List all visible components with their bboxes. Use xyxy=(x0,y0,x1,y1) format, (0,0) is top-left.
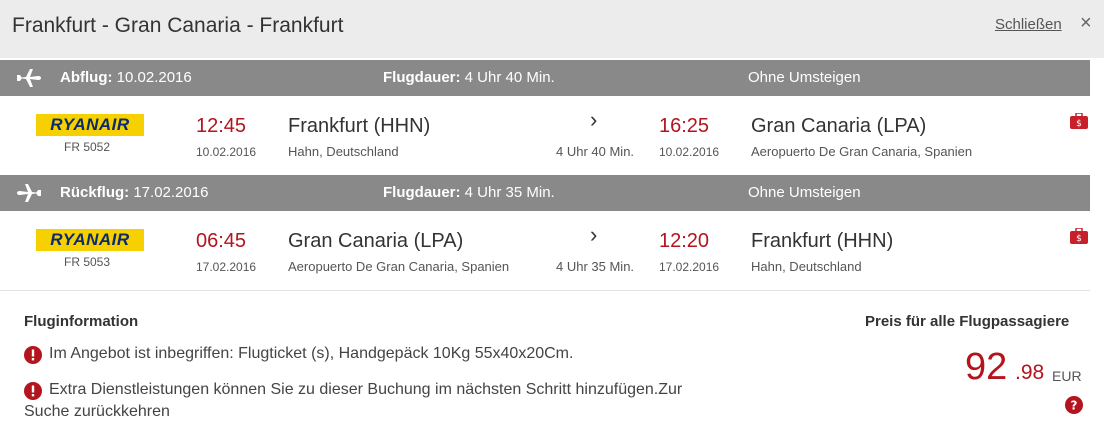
info-extras-text-continued: Suche zurückkehren xyxy=(24,403,170,420)
svg-text:$: $ xyxy=(1076,234,1082,244)
outbound-duration: Flugdauer: 4 Uhr 40 Min. xyxy=(383,69,555,86)
outbound-flight-row: RYANAIR FR 5052 12:45 10.02.2016 Frankfu… xyxy=(0,98,1090,176)
flight-duration: 4 Uhr 35 Min. xyxy=(556,259,635,274)
return-direction-label: Rückflug: xyxy=(60,184,130,201)
flight-duration: 4 Uhr 40 Min. xyxy=(556,144,635,159)
airline-logo: RYANAIR xyxy=(36,229,144,251)
outbound-header: Abflug: 10.02.2016 Flugdauer: 4 Uhr 40 M… xyxy=(0,60,1090,96)
svg-text:?: ? xyxy=(1071,399,1078,413)
price-decimal: .98 xyxy=(1015,361,1045,384)
return-flight-row: RYANAIR FR 5053 06:45 17.02.2016 Gran Ca… xyxy=(0,213,1090,291)
arrival-time: 12:20 xyxy=(659,230,710,252)
question-icon[interactable]: ? xyxy=(1065,396,1083,414)
close-link[interactable]: Schließen xyxy=(995,16,1062,33)
info-extras: Extra Dienstleistungen können Sie zu die… xyxy=(24,381,724,425)
outbound-stops: Ohne Umsteigen xyxy=(748,69,861,86)
return-duration: Flugdauer: 4 Uhr 35 Min. xyxy=(383,184,555,201)
chevron-right-icon: › xyxy=(590,107,598,132)
suitcase-icon[interactable]: $ xyxy=(1070,228,1088,244)
departure-airport: Aeropuerto De Gran Canaria, Spanien xyxy=(288,259,510,274)
return-direction: Rückflug: 17.02.2016 xyxy=(60,184,208,201)
outbound-direction-label: Abflug: xyxy=(60,69,113,86)
departure-time: 06:45 xyxy=(196,230,247,252)
outbound-direction: Abflug: 10.02.2016 xyxy=(60,69,192,86)
return-duration-value: 4 Uhr 35 Min. xyxy=(464,184,555,201)
arrival-date: 10.02.2016 xyxy=(659,145,720,159)
arrival-airport: Aeropuerto De Gran Canaria, Spanien xyxy=(751,144,973,159)
svg-text:$: $ xyxy=(1076,119,1082,129)
arrival-airport: Hahn, Deutschland xyxy=(751,259,862,274)
page-title: Frankfurt - Gran Canaria - Frankfurt xyxy=(12,14,344,37)
departure-city: Gran Canaria (LPA) xyxy=(288,230,464,252)
arrival-city: Gran Canaria (LPA) xyxy=(751,115,927,137)
return-stops: Ohne Umsteigen xyxy=(748,184,861,201)
plane-takeoff-icon xyxy=(17,69,41,87)
chevron-right-icon: › xyxy=(590,222,598,247)
departure-airport: Hahn, Deutschland xyxy=(288,144,399,159)
return-duration-label: Flugdauer: xyxy=(383,184,461,201)
departure-city: Frankfurt (HHN) xyxy=(288,115,431,137)
exclamation-icon xyxy=(24,346,42,364)
flight-number: FR 5052 xyxy=(64,140,111,154)
arrival-time: 16:25 xyxy=(659,115,710,137)
close-icon[interactable]: × xyxy=(1080,13,1092,33)
info-extras-text: Extra Dienstleistungen können Sie zu die… xyxy=(49,381,683,398)
return-header: Rückflug: 17.02.2016 Flugdauer: 4 Uhr 35… xyxy=(0,175,1090,211)
airline-logo: RYANAIR xyxy=(36,114,144,136)
price-label: Preis für alle Flugpassagiere xyxy=(865,313,1070,330)
departure-time: 12:45 xyxy=(196,115,247,137)
return-direction-date: 17.02.2016 xyxy=(133,184,209,201)
arrival-date: 17.02.2016 xyxy=(659,260,720,274)
outbound-duration-label: Flugdauer: xyxy=(383,69,461,86)
plane-landing-icon xyxy=(17,184,41,202)
title-bar: Frankfurt - Gran Canaria - Frankfurt Sch… xyxy=(0,0,1104,58)
departure-date: 17.02.2016 xyxy=(196,260,257,274)
info-included-text: Im Angebot ist inbegriffen: Flugticket (… xyxy=(49,345,574,362)
exclamation-icon xyxy=(24,382,42,400)
flight-number: FR 5053 xyxy=(64,255,111,269)
outbound-duration-value: 4 Uhr 40 Min. xyxy=(464,69,555,86)
arrival-city: Frankfurt (HHN) xyxy=(751,230,894,252)
suitcase-icon[interactable]: $ xyxy=(1070,113,1088,129)
flight-info-title: Fluginformation xyxy=(24,313,139,330)
departure-date: 10.02.2016 xyxy=(196,145,257,159)
outbound-direction-date: 10.02.2016 xyxy=(116,69,192,86)
price-currency: EUR xyxy=(1052,368,1082,384)
price-integer: 92 xyxy=(965,346,1008,388)
